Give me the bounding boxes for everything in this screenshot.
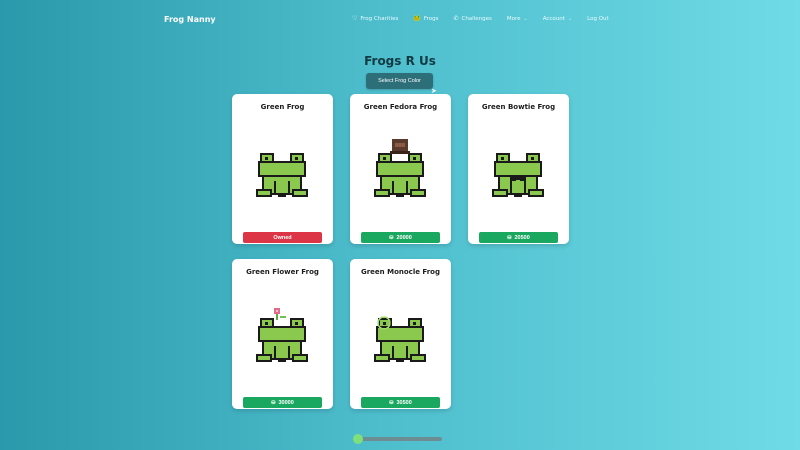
frog-pixel-art [256,153,308,197]
frog-card-bowtie: Green Bowtie Frog ⛁ 20500 [468,94,569,244]
coin-icon: ⛁ [389,399,394,406]
top-navbar: Frog Nanny ♡ Frog Charities 🐸 Frogs ✆ Ch… [0,0,800,40]
trophy-icon: ✆ [453,15,459,22]
frog-card-monocle: Green Monocle Frog ⛁ 30500 [350,259,451,409]
nav-account-label: Account [542,15,565,22]
price-label: 30500 [396,399,412,406]
brand-logo[interactable]: Frog Nanny [164,15,216,24]
heart-icon: ♡ [352,15,358,22]
card-title: Green Fedora Frog [363,103,438,111]
frog-card-green: Green Frog Owned [232,94,333,244]
nav-log-out-label: Log Out [587,15,609,22]
coin-icon: ⛁ [507,234,512,241]
nav-links: ♡ Frog Charities 🐸 Frogs ✆ Challenges Mo… [352,15,624,22]
coin-icon: ⛁ [389,234,394,241]
nav-more-label: More [506,15,521,22]
frog-pixel-art [492,153,544,197]
frog-image [252,304,312,369]
price-label: 20500 [514,234,530,241]
buy-button[interactable]: ⛁ 20000 [361,232,440,243]
buy-button[interactable]: ⛁ 30000 [243,397,322,408]
slider-track[interactable] [358,437,442,441]
chevron-down-icon: ⌄ [567,15,573,22]
nav-more-dropdown[interactable]: More ⌄ [507,15,528,22]
slider-handle[interactable] [353,434,363,444]
frog-icon: 🐸 [413,15,421,22]
frog-card-flower: Green Flower Frog ⛁ 30000 [232,259,333,409]
select-frog-color-button[interactable]: Select Frog Color [366,73,433,89]
price-label: 20000 [396,234,412,241]
frog-image [370,304,430,369]
owned-label: Owned [273,234,292,241]
nav-log-out[interactable]: Log Out [587,15,609,22]
frog-card-fedora: Green Fedora Frog ⛁ 20000 [350,94,451,244]
card-title: Green Bowtie Frog [481,103,556,111]
card-title: Green Frog [260,103,305,111]
nav-frogs[interactable]: 🐸 Frogs [413,15,438,22]
price-label: 30000 [278,399,294,406]
owned-button[interactable]: Owned [243,232,322,243]
nav-frog-charities-label: Frog Charities [360,15,399,22]
nav-challenges-label: Challenges [461,15,492,22]
nav-account-dropdown[interactable]: Account ⌄ [543,15,572,22]
nav-frog-charities[interactable]: ♡ Frog Charities [352,15,398,22]
card-title: Green Monocle Frog [360,268,441,276]
frog-image [370,139,430,204]
page-title: Frogs R Us [364,54,436,68]
buy-button[interactable]: ⛁ 30500 [361,397,440,408]
frog-image [252,139,312,204]
nav-frogs-label: Frogs [423,15,439,22]
frog-pixel-art [374,316,426,362]
frog-pixel-art [256,308,308,362]
coin-icon: ⛁ [271,399,276,406]
frog-image [488,139,548,204]
nav-challenges[interactable]: ✆ Challenges [453,15,491,22]
buy-button[interactable]: ⛁ 20500 [479,232,558,243]
card-title: Green Flower Frog [246,268,319,276]
chevron-down-icon: ⌄ [523,15,528,22]
frog-pixel-art [374,139,426,197]
